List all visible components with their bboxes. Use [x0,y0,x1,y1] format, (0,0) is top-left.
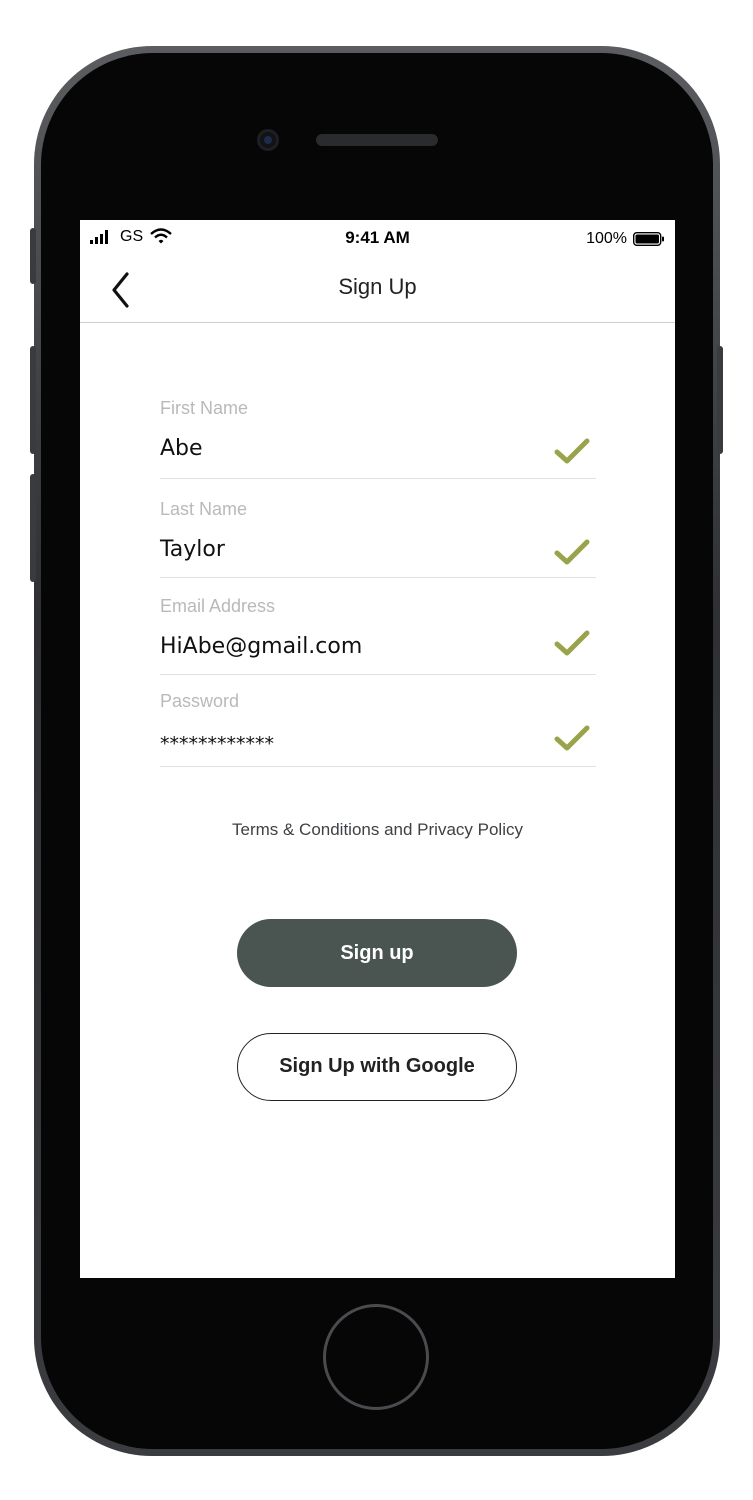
password-input[interactable]: ************ [160,733,274,755]
terms-privacy-link[interactable]: Terms & Conditions and Privacy Policy [80,820,675,840]
mute-switch [30,228,36,284]
sign-up-button[interactable]: Sign up [237,919,517,987]
last-name-field[interactable]: Last Name Taylor [160,497,596,578]
email-input[interactable]: HiAbe@gmail.com [160,634,362,659]
email-label: Email Address [160,596,276,616]
app-screen: GS 9:41 AM 100% Sign Up First Name Abe L… [80,220,675,1278]
battery-percent: 100% [586,230,627,247]
volume-down-button [30,474,36,582]
check-icon [554,438,590,464]
earpiece-speaker [316,134,438,146]
power-button [717,346,723,454]
email-field[interactable]: Email Address HiAbe@gmail.com [160,594,596,675]
front-camera [257,129,279,151]
volume-up-button [30,346,36,454]
first-name-input[interactable]: Abe [160,436,203,461]
home-button[interactable] [323,1304,429,1410]
sign-up-google-button[interactable]: Sign Up with Google [237,1033,517,1101]
last-name-label: Last Name [160,499,248,519]
last-name-input[interactable]: Taylor [160,537,225,562]
check-icon [554,630,590,656]
first-name-field[interactable]: First Name Abe [160,396,596,479]
battery-icon [633,232,664,246]
first-name-label: First Name [160,398,249,418]
check-icon [554,539,590,565]
password-label: Password [160,691,240,711]
page-title: Sign Up [338,274,417,299]
password-field[interactable]: Password ************ [160,689,596,767]
status-bar: GS 9:41 AM 100% [80,220,675,256]
check-icon [554,725,590,751]
nav-bar: Sign Up [80,256,675,323]
